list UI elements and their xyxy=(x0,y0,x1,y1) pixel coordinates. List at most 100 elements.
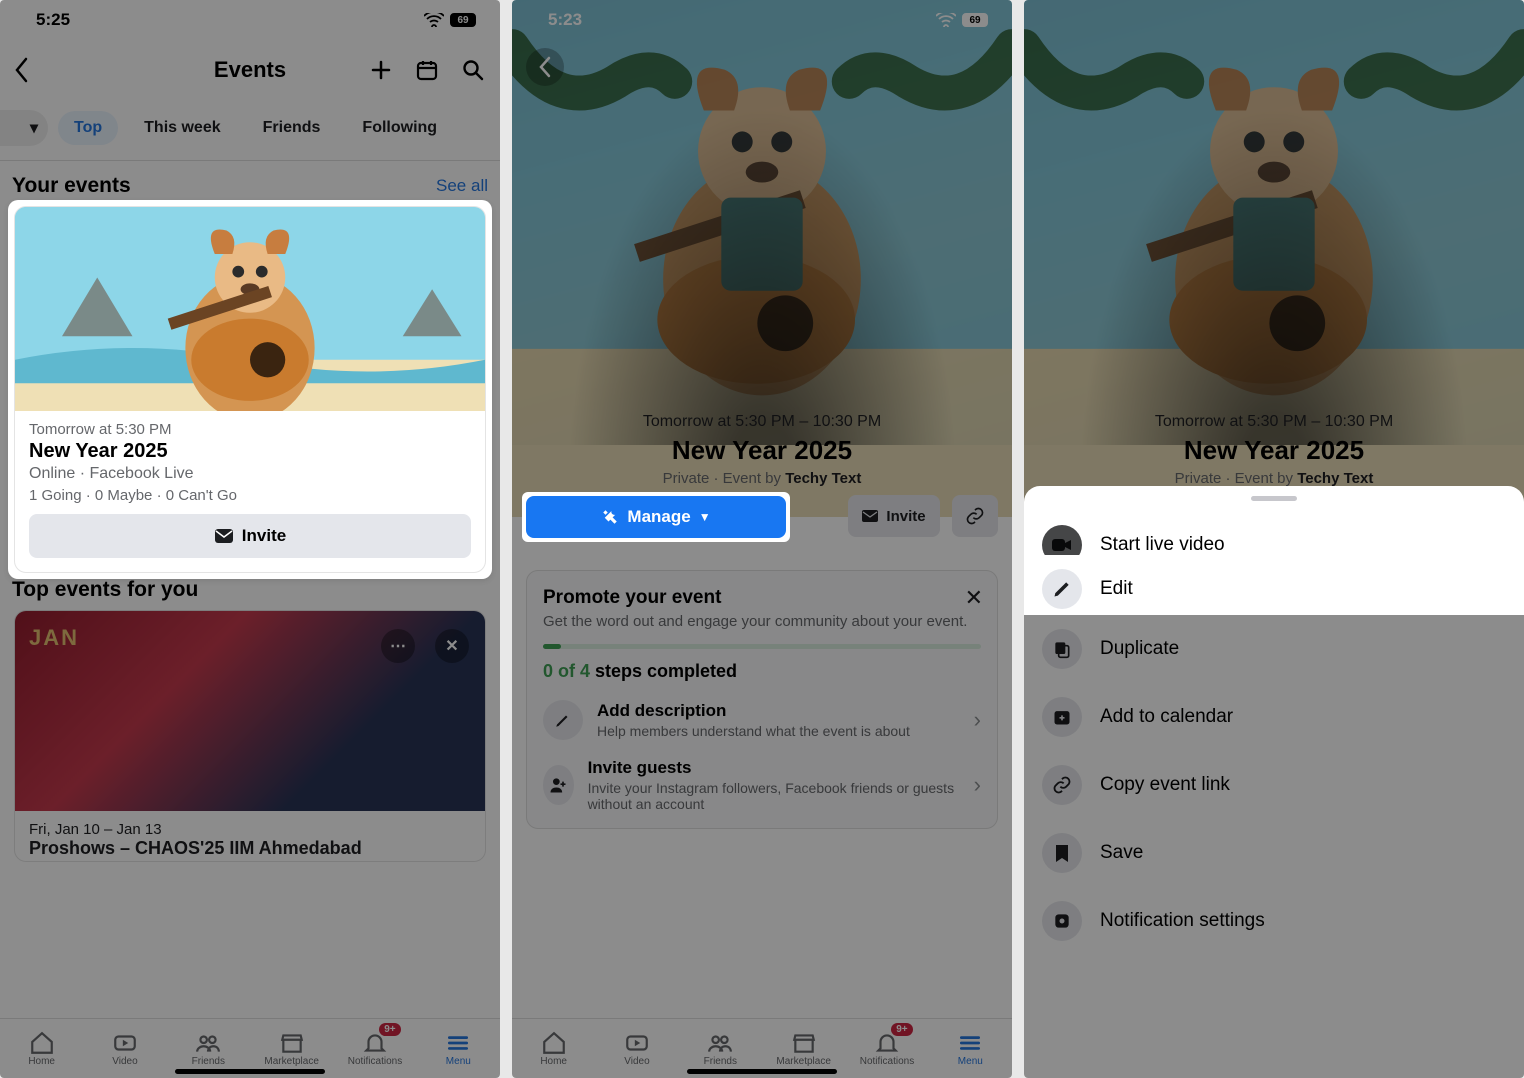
event-time: Tomorrow at 5:30 PM xyxy=(29,421,471,438)
sheet-label: Add to calendar xyxy=(1100,706,1233,728)
event-header-block: Tomorrow at 5:30 PM – 10:30 PM New Year … xyxy=(512,413,1012,487)
tab-home[interactable]: Home xyxy=(512,1019,595,1078)
screen-manage-sheet: Tomorrow at 5:30 PM – 10:30 PM New Year … xyxy=(1024,0,1524,1078)
step-title: Add description xyxy=(597,701,726,720)
event-stats: 1 Going · 0 Maybe · 0 Can't Go xyxy=(29,487,471,504)
close-icon[interactable]: ✕ xyxy=(965,585,983,611)
manage-button-highlight: Manage ▼ xyxy=(522,492,790,542)
step-title: Invite guests xyxy=(588,758,692,777)
calendar-icon[interactable] xyxy=(414,57,440,83)
status-bar: 5:23 69 xyxy=(512,0,1012,40)
invite-button[interactable]: Invite xyxy=(29,514,471,558)
sheet-notification-settings[interactable]: Notification settings xyxy=(1024,887,1524,955)
back-icon[interactable] xyxy=(526,48,564,86)
tab-marketplace[interactable]: Marketplace xyxy=(762,1019,845,1078)
pencil-icon xyxy=(543,700,583,740)
status-time: 5:25 xyxy=(36,10,70,30)
top-event-date: Fri, Jan 10 – Jan 13 xyxy=(29,821,471,838)
sheet-save[interactable]: Save xyxy=(1024,819,1524,887)
chevron-right-icon: › xyxy=(974,707,981,733)
status-bar: 5:25 69 xyxy=(0,0,500,40)
event-time: Tomorrow at 5:30 PM – 10:30 PM xyxy=(512,413,1012,431)
envelope-icon xyxy=(862,510,878,522)
invite-label: Invite xyxy=(242,526,286,546)
search-icon[interactable] xyxy=(460,57,486,83)
your-events-header: Your events See all xyxy=(12,174,488,198)
plus-icon[interactable] xyxy=(368,57,394,83)
your-event-card[interactable]: Tomorrow at 5:30 PM New Year 2025 Online… xyxy=(14,206,486,573)
sheet-label: Edit xyxy=(1100,578,1133,600)
tab-home[interactable]: Home xyxy=(0,1019,83,1078)
event-title: New Year 2025 xyxy=(512,435,1012,466)
page-title: Events xyxy=(0,57,500,83)
bell-settings-icon xyxy=(1042,901,1082,941)
your-events-title: Your events xyxy=(12,174,131,198)
tab-menu[interactable]: Menu xyxy=(417,1019,500,1078)
chevron-down-icon: ▼ xyxy=(699,510,711,524)
tab-friends[interactable]: Friends xyxy=(679,1019,762,1078)
person-plus-icon xyxy=(543,765,574,805)
tab-menu[interactable]: Menu xyxy=(929,1019,1012,1078)
promote-card: Promote your event ✕ Get the word out an… xyxy=(526,570,998,829)
tab-notifications[interactable]: 9+Notifications xyxy=(333,1019,416,1078)
event-cover xyxy=(1024,0,1524,445)
event-cover-image xyxy=(15,207,485,411)
tab-video[interactable]: Video xyxy=(83,1019,166,1078)
sheet-edit-highlight: Edit xyxy=(1024,555,1524,623)
manage-button[interactable]: Manage ▼ xyxy=(526,496,786,538)
battery-icon: 69 xyxy=(450,13,476,27)
bookmark-icon xyxy=(1042,833,1082,873)
step-invite-guests[interactable]: Invite guestsInvite your Instagram follo… xyxy=(543,758,981,812)
status-time: 5:23 xyxy=(548,10,582,30)
see-all-link[interactable]: See all xyxy=(436,176,488,196)
tab-friends[interactable]: Friends xyxy=(167,1019,250,1078)
more-icon[interactable]: ⋯ xyxy=(381,629,415,663)
envelope-icon xyxy=(214,528,234,544)
promote-title: Promote your event xyxy=(543,587,981,609)
close-icon[interactable]: ✕ xyxy=(435,629,469,663)
sheet-add-calendar[interactable]: Add to calendar xyxy=(1024,683,1524,751)
duplicate-icon xyxy=(1042,629,1082,669)
chip-this-week[interactable]: This week xyxy=(128,111,236,145)
sheet-label: Save xyxy=(1100,842,1143,864)
copy-link-button[interactable] xyxy=(952,495,998,537)
promote-desc: Get the word out and engage your communi… xyxy=(543,613,981,630)
sheet-copy-link[interactable]: Copy event link xyxy=(1024,751,1524,819)
calendar-plus-icon xyxy=(1042,697,1082,737)
top-event-image: JAN ⋯ ✕ xyxy=(15,611,485,811)
sheet-duplicate[interactable]: Duplicate xyxy=(1024,615,1524,683)
link-icon xyxy=(965,506,985,526)
home-indicator xyxy=(687,1069,837,1074)
back-icon[interactable] xyxy=(14,57,30,83)
chip-top[interactable]: Top xyxy=(58,111,118,145)
tab-notifications[interactable]: 9+Notifications xyxy=(845,1019,928,1078)
sheet-grabber[interactable] xyxy=(1251,496,1297,501)
invite-button[interactable]: Invite xyxy=(848,495,940,537)
tab-video[interactable]: Video xyxy=(595,1019,678,1078)
events-header: Events xyxy=(0,40,500,100)
steps-line: 0 of 4 steps completed xyxy=(543,661,981,682)
chip-following[interactable]: Following xyxy=(346,111,453,145)
event-cover xyxy=(512,0,1012,445)
step-add-description[interactable]: Add descriptionHelp members understand w… xyxy=(543,700,981,740)
wifi-icon xyxy=(936,13,956,27)
wifi-icon xyxy=(424,13,444,27)
chip-friends[interactable]: Friends xyxy=(247,111,337,145)
tab-bar: Home Video Friends Marketplace 9+Notific… xyxy=(0,1018,500,1078)
top-events-title: Top events for you xyxy=(12,578,198,602)
tools-icon xyxy=(601,508,619,526)
event-title: New Year 2025 xyxy=(1024,435,1524,466)
notif-badge: 9+ xyxy=(891,1023,912,1036)
invite-label: Invite xyxy=(886,508,925,525)
pencil-icon xyxy=(1042,569,1082,609)
notif-badge: 9+ xyxy=(379,1023,400,1036)
progress-bar xyxy=(543,644,981,649)
event-time: Tomorrow at 5:30 PM – 10:30 PM xyxy=(1024,413,1524,431)
chip-collapsed[interactable]: ▾ xyxy=(0,110,48,146)
your-event-card-highlight: Tomorrow at 5:30 PM New Year 2025 Online… xyxy=(8,200,492,579)
screen-events-list: 5:25 69 Events ▾ Top This week Friends F… xyxy=(0,0,500,1078)
sheet-edit[interactable]: Edit xyxy=(1024,555,1524,623)
tab-marketplace[interactable]: Marketplace xyxy=(250,1019,333,1078)
status-right: 69 xyxy=(424,13,476,27)
top-event-card[interactable]: JAN ⋯ ✕ Fri, Jan 10 – Jan 13 Proshows – … xyxy=(14,610,486,862)
